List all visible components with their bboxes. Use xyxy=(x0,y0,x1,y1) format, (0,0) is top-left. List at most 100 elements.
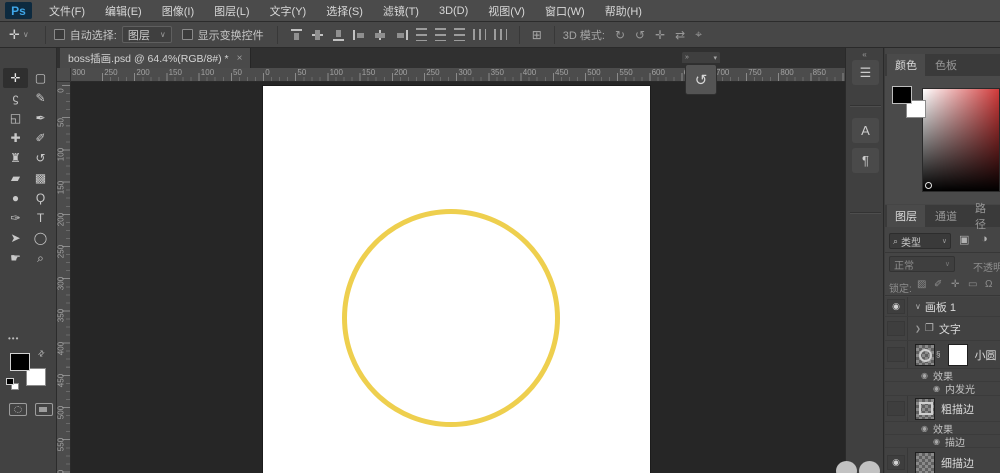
blur-tool[interactable]: ● xyxy=(3,188,28,208)
menu-item-4[interactable]: 文字(Y) xyxy=(260,0,317,22)
dodge-tool[interactable]: Ϙ xyxy=(28,188,53,208)
artboard-expand-icon[interactable]: ∨ xyxy=(915,302,921,311)
auto-select-checkbox[interactable] xyxy=(53,29,65,40)
history-brush-tool[interactable]: ↺ xyxy=(28,148,53,168)
align-bottom-icon[interactable] xyxy=(331,28,346,42)
3d-pan-icon[interactable]: ✛ xyxy=(655,28,665,42)
foreground-color-swatch[interactable] xyxy=(10,353,30,371)
vertical-ruler[interactable]: 050100150200250300350400450500550600 xyxy=(57,82,71,473)
tab-color-0[interactable]: 颜色 xyxy=(887,54,925,76)
tool-preset-chevron-icon[interactable]: ∨ xyxy=(23,30,29,39)
lock-all-icon[interactable]: Ω xyxy=(985,279,992,290)
blend-mode-dropdown[interactable]: 正常 ∨ xyxy=(889,256,955,272)
eyedropper-tool[interactable]: ✒ xyxy=(28,108,53,128)
paragraph-panel-icon[interactable]: ¶ xyxy=(852,148,879,173)
layer-row[interactable]: § 小圆 xyxy=(885,341,1000,369)
canvas-viewport[interactable] xyxy=(71,82,845,473)
menu-item-0[interactable]: 文件(F) xyxy=(39,0,95,22)
fx-row[interactable]: ◉ 内发光 xyxy=(885,382,1000,396)
dist-right-icon[interactable] xyxy=(493,29,507,40)
menu-item-2[interactable]: 图像(I) xyxy=(152,0,204,22)
quick-selection-tool[interactable]: ✎ xyxy=(28,88,53,108)
layer-thumbnail[interactable] xyxy=(915,451,935,473)
layer-row[interactable]: 粗描边 xyxy=(885,396,1000,422)
vector-mask-thumbnail[interactable] xyxy=(948,343,969,366)
menu-item-9[interactable]: 窗口(W) xyxy=(535,0,595,22)
menu-item-3[interactable]: 图层(L) xyxy=(204,0,259,22)
move-tool[interactable]: ✛ xyxy=(3,68,28,88)
eraser-tool[interactable]: ▰ xyxy=(3,168,28,188)
eye-toggle[interactable]: ◉ xyxy=(887,299,905,314)
layer-row[interactable]: ❯ ❐ 文字 xyxy=(885,317,1000,341)
crop-tool[interactable]: ◱ xyxy=(3,108,28,128)
quick-mask-button[interactable] xyxy=(9,403,27,416)
color-picker-cursor[interactable] xyxy=(925,182,932,189)
character-panel-icon[interactable]: A xyxy=(852,118,879,143)
lock-artboard-icon[interactable]: ▭ xyxy=(968,279,977,290)
fx-eye-icon[interactable]: ◉ xyxy=(921,424,928,433)
menu-item-8[interactable]: 视图(V) xyxy=(478,0,535,22)
eye-toggle[interactable]: ◉ xyxy=(887,455,905,470)
default-colors-icon[interactable] xyxy=(6,378,14,385)
group-expand-icon[interactable]: ❯ xyxy=(915,325,921,333)
zoom-tool[interactable]: ⌕ xyxy=(28,248,53,268)
clone-stamp-tool[interactable]: ♜ xyxy=(3,148,28,168)
document-tab[interactable]: boss插画.psd @ 64.4%(RGB/8#) * × xyxy=(60,48,252,68)
swap-colors-icon[interactable]: ⇄ xyxy=(36,348,47,359)
gradient-tool[interactable]: ▩ xyxy=(28,168,53,188)
eye-toggle[interactable] xyxy=(887,347,905,362)
align-left-icon[interactable] xyxy=(352,28,367,42)
tab-layers-0[interactable]: 图层 xyxy=(887,205,925,227)
auto-align-layers-icon[interactable]: ⊞ xyxy=(532,28,542,42)
menu-item-10[interactable]: 帮助(H) xyxy=(595,0,652,22)
adjustments-panel-icon[interactable]: ☰ xyxy=(852,60,879,85)
eye-toggle[interactable] xyxy=(887,401,905,416)
pin-icon[interactable]: ▾ xyxy=(713,54,717,62)
layer-row[interactable]: ◉ ∨ 画板 1 xyxy=(885,297,1000,317)
pen-tool[interactable]: ✑ xyxy=(3,208,28,228)
panel-foreground-swatch[interactable] xyxy=(892,86,912,104)
eye-toggle[interactable] xyxy=(887,321,905,336)
shape-tool[interactable]: ◯ xyxy=(28,228,53,248)
3d-rotate-icon[interactable]: ↻ xyxy=(615,28,625,42)
ruler-origin-corner[interactable] xyxy=(57,68,71,82)
fx-row[interactable]: ◉ 效果 xyxy=(885,422,1000,436)
filter-adjustment-layers-icon[interactable]: ◑ xyxy=(981,233,988,245)
fx-eye-icon[interactable]: ◉ xyxy=(933,384,940,393)
expand-panel-icon[interactable]: » xyxy=(685,54,689,61)
hand-tool[interactable]: ☛ xyxy=(3,248,28,268)
expand-dock-icon[interactable]: « xyxy=(846,50,883,59)
3d-roll-icon[interactable]: ↺ xyxy=(635,28,645,42)
lasso-tool[interactable]: ϛ xyxy=(3,88,28,108)
lock-transparency-icon[interactable]: ▨ xyxy=(917,279,926,290)
menu-item-1[interactable]: 编辑(E) xyxy=(95,0,152,22)
tab-color-1[interactable]: 色板 xyxy=(927,54,965,76)
align-top-icon[interactable] xyxy=(289,28,304,42)
type-tool[interactable]: T xyxy=(28,208,53,228)
close-tab-icon[interactable]: × xyxy=(237,53,243,64)
fx-eye-icon[interactable]: ◉ xyxy=(933,437,940,446)
align-right-icon[interactable] xyxy=(394,28,409,42)
menu-item-6[interactable]: 滤镜(T) xyxy=(373,0,429,22)
auto-select-dropdown[interactable]: 图层 ∨ xyxy=(121,26,172,43)
align-vcenter-icon[interactable] xyxy=(310,28,325,42)
3d-slide-icon[interactable]: ⇄ xyxy=(675,28,685,42)
move-tool-icon[interactable]: ✛ xyxy=(9,27,20,43)
edit-toolbar-button[interactable]: ••• xyxy=(8,334,19,343)
3d-zoom-icon[interactable]: ⌖ xyxy=(695,27,702,42)
tab-layers-1[interactable]: 通道 xyxy=(927,205,965,227)
brush-tool[interactable]: ✐ xyxy=(28,128,53,148)
history-panel-button[interactable]: ↺ xyxy=(685,64,717,95)
marquee-tool[interactable]: ▢ xyxy=(28,68,53,88)
layer-thumbnail[interactable] xyxy=(915,343,935,366)
layer-row[interactable]: ◉ 细描边 xyxy=(885,448,1000,473)
fx-eye-icon[interactable]: ◉ xyxy=(921,371,928,380)
dist-top-icon[interactable] xyxy=(415,28,427,41)
path-selection-tool[interactable]: ➤ xyxy=(3,228,28,248)
tab-layers-2[interactable]: 路径 xyxy=(967,203,1000,231)
dist-bottom-icon[interactable] xyxy=(453,28,465,41)
layer-filter-dropdown[interactable]: ⌕ 类型 ∨ xyxy=(889,233,951,249)
menu-item-5[interactable]: 选择(S) xyxy=(316,0,373,22)
align-hcenter-icon[interactable] xyxy=(373,28,388,42)
dist-vcenter-icon[interactable] xyxy=(434,28,446,41)
